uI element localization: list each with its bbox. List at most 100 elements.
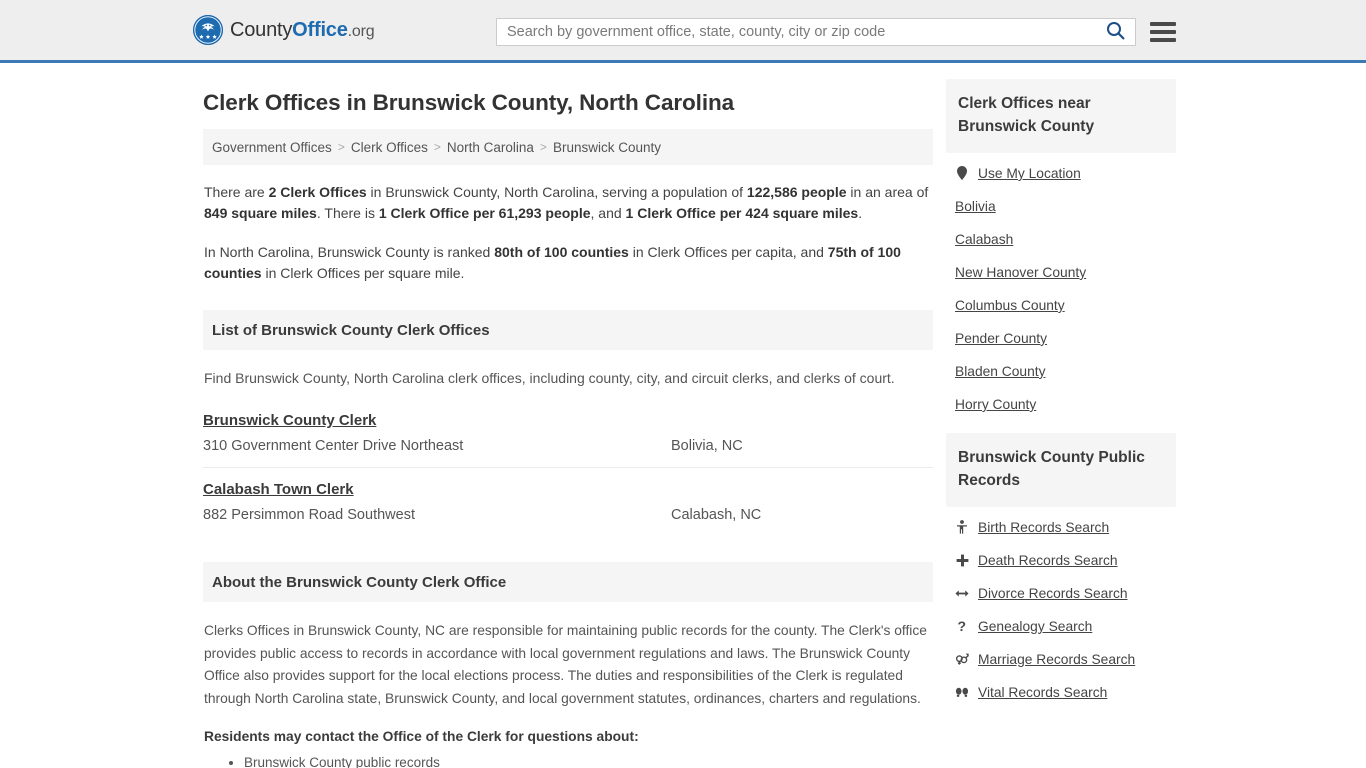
- sidebar-item-bladen-county[interactable]: Bladen County: [946, 355, 1176, 388]
- office-name-link[interactable]: Calabash Town Clerk: [203, 481, 354, 498]
- intro-text: , and: [590, 205, 626, 222]
- hamburger-menu-icon[interactable]: [1150, 20, 1176, 44]
- intro-highlight-area: 849 square miles: [204, 205, 317, 222]
- sidebar-item-pender-county[interactable]: Pender County: [946, 322, 1176, 355]
- site-logo[interactable]: CountyOffice.org: [193, 15, 375, 45]
- page-title: Clerk Offices in Brunswick County, North…: [203, 90, 735, 115]
- sidebar-item-birth-records-search[interactable]: Birth Records Search: [946, 511, 1176, 544]
- intro-text: in Brunswick County, North Carolina, ser…: [366, 184, 747, 200]
- about-bullet-list: Brunswick County public records Property…: [203, 752, 933, 768]
- breadcrumb-item-government-offices[interactable]: Government Offices: [212, 140, 332, 155]
- sidebar-link-label[interactable]: Bladen County: [955, 364, 1046, 379]
- logo-text-county: County: [230, 18, 293, 41]
- office-address: 882 Persimmon Road Southwest: [203, 507, 415, 524]
- intro-highlight-per-people: 1 Clerk Office per 61,293 people: [378, 205, 591, 222]
- sidebar-link-label[interactable]: Birth Records Search: [978, 520, 1109, 535]
- intro-highlight-population: 122,586 people: [746, 184, 847, 200]
- intro-text: In North Carolina, Brunswick County is r…: [204, 243, 495, 260]
- sidebar-link-label[interactable]: Columbus County: [955, 298, 1065, 313]
- intro-text: in Clerk Offices per square mile.: [261, 264, 465, 281]
- sidebar-link-label[interactable]: Divorce Records Search: [978, 586, 1128, 601]
- intro-text: .: [858, 205, 863, 222]
- section-header-list: List of Brunswick County Clerk Offices: [203, 310, 933, 351]
- sidebar-link-label[interactable]: Calabash: [955, 232, 1013, 247]
- menu-bar-3: [1150, 38, 1176, 42]
- sidebar-item-new-hanover-county[interactable]: New Hanover County: [946, 256, 1176, 289]
- office-name-link[interactable]: Brunswick County Clerk: [203, 412, 376, 429]
- sidebar-item-bolivia[interactable]: Bolivia: [946, 190, 1176, 223]
- sidebar-link-label[interactable]: Pender County: [955, 331, 1047, 346]
- sidebar-link-label[interactable]: Genealogy Search: [978, 619, 1092, 634]
- office-details: 882 Persimmon Road Southwest Calabash, N…: [203, 507, 933, 523]
- list-section-description: Find Brunswick County, North Carolina cl…: [204, 370, 895, 387]
- search-button[interactable]: [1095, 19, 1135, 45]
- clerk-office-list: Brunswick County Clerk 310 Government Ce…: [203, 399, 933, 536]
- about-subheading: Residents may contact the Office of the …: [204, 728, 639, 744]
- menu-bar-2: [1150, 30, 1176, 34]
- sidebar-link-label[interactable]: New Hanover County: [955, 265, 1086, 280]
- intro-paragraph-2: In North Carolina, Brunswick County is r…: [204, 242, 932, 285]
- search-icon: [1106, 21, 1125, 43]
- sidebar-item-use-my-location[interactable]: Use My Location: [946, 157, 1176, 190]
- sidebar-public-records-title: Brunswick County Public Records: [958, 448, 1145, 489]
- logo-text: CountyOffice.org: [230, 18, 375, 42]
- intro-statistics: There are 2 Clerk Offices in Brunswick C…: [203, 182, 933, 284]
- search-bar[interactable]: [496, 18, 1136, 46]
- sidebar-item-horry-county[interactable]: Horry County: [946, 388, 1176, 421]
- eagle-seal-icon: [193, 15, 223, 45]
- cross-icon: [955, 554, 969, 567]
- search-input[interactable]: [497, 19, 1095, 45]
- sidebar-link-label[interactable]: Vital Records Search: [978, 685, 1107, 700]
- sidebar-item-marriage-records-search[interactable]: Marriage Records Search: [946, 643, 1176, 676]
- sidebar-link-label[interactable]: Horry County: [955, 397, 1036, 412]
- baby-icon: [955, 520, 969, 534]
- page-body: Clerk Offices in Brunswick County, North…: [0, 63, 1366, 768]
- sidebar-link-label[interactable]: Use My Location: [978, 166, 1081, 181]
- sidebar-panel-public-records: Brunswick County Public Records: [946, 432, 1176, 507]
- sidebar: Clerk Offices near Brunswick County Use …: [946, 63, 1176, 709]
- sidebar-public-records-links: Birth Records Search Death Records Searc…: [946, 511, 1176, 709]
- about-body-text: Clerks Offices in Brunswick County, NC a…: [204, 623, 927, 706]
- sidebar-item-divorce-records-search[interactable]: Divorce Records Search: [946, 577, 1176, 610]
- sidebar-link-label[interactable]: Bolivia: [955, 199, 996, 214]
- intro-highlight-per-area: 1 Clerk Office per 424 square miles: [625, 205, 859, 222]
- intro-text: . There is: [316, 205, 379, 222]
- footprints-icon: [955, 686, 969, 698]
- breadcrumb-item-brunswick-county[interactable]: Brunswick County: [553, 140, 661, 155]
- list-item: Brunswick County public records: [244, 752, 933, 768]
- sidebar-link-label[interactable]: Death Records Search: [978, 553, 1118, 568]
- intro-text: in Clerk Offices per capita, and: [628, 243, 828, 260]
- sidebar-item-genealogy-search[interactable]: ? Genealogy Search: [946, 610, 1176, 643]
- main-content: Clerk Offices in Brunswick County, North…: [203, 63, 933, 768]
- question-mark-icon: ?: [955, 619, 969, 633]
- sidebar-link-label[interactable]: Marriage Records Search: [978, 652, 1135, 667]
- left-right-arrow-icon: [955, 588, 969, 599]
- office-address: 310 Government Center Drive Northeast: [203, 438, 464, 455]
- site-header: CountyOffice.org: [0, 0, 1366, 63]
- table-row: Brunswick County Clerk 310 Government Ce…: [203, 399, 933, 469]
- breadcrumb-item-clerk-offices[interactable]: Clerk Offices: [351, 140, 428, 155]
- breadcrumb-separator-icon: >: [433, 140, 441, 154]
- table-row: Calabash Town Clerk 882 Persimmon Road S…: [203, 468, 933, 536]
- breadcrumb-item-north-carolina[interactable]: North Carolina: [447, 140, 534, 155]
- intro-paragraph-1: There are 2 Clerk Offices in Brunswick C…: [204, 182, 932, 225]
- breadcrumb: Government Offices > Clerk Offices > Nor…: [203, 129, 933, 165]
- sidebar-nearby-links: Use My Location Bolivia Calabash New Han…: [946, 157, 1176, 421]
- intro-text: There are: [204, 184, 269, 200]
- intro-text: in an area of: [846, 184, 929, 200]
- menu-bar-1: [1150, 22, 1176, 26]
- sidebar-item-columbus-county[interactable]: Columbus County: [946, 289, 1176, 322]
- breadcrumb-separator-icon: >: [337, 140, 345, 154]
- section-header-about: About the Brunswick County Clerk Office: [203, 562, 933, 603]
- sidebar-item-vital-records-search[interactable]: Vital Records Search: [946, 676, 1176, 709]
- logo-text-office: Office: [292, 18, 348, 41]
- svg-text:?: ?: [957, 619, 966, 633]
- sidebar-nearby-title: Clerk Offices near Brunswick County: [958, 95, 1095, 135]
- breadcrumb-separator-icon: >: [539, 140, 547, 154]
- intro-highlight-office-count: 2 Clerk Offices: [268, 184, 367, 200]
- sidebar-item-calabash[interactable]: Calabash: [946, 223, 1176, 256]
- male-female-icon: [955, 652, 969, 666]
- sidebar-item-death-records-search[interactable]: Death Records Search: [946, 544, 1176, 577]
- map-pin-icon: [955, 166, 969, 181]
